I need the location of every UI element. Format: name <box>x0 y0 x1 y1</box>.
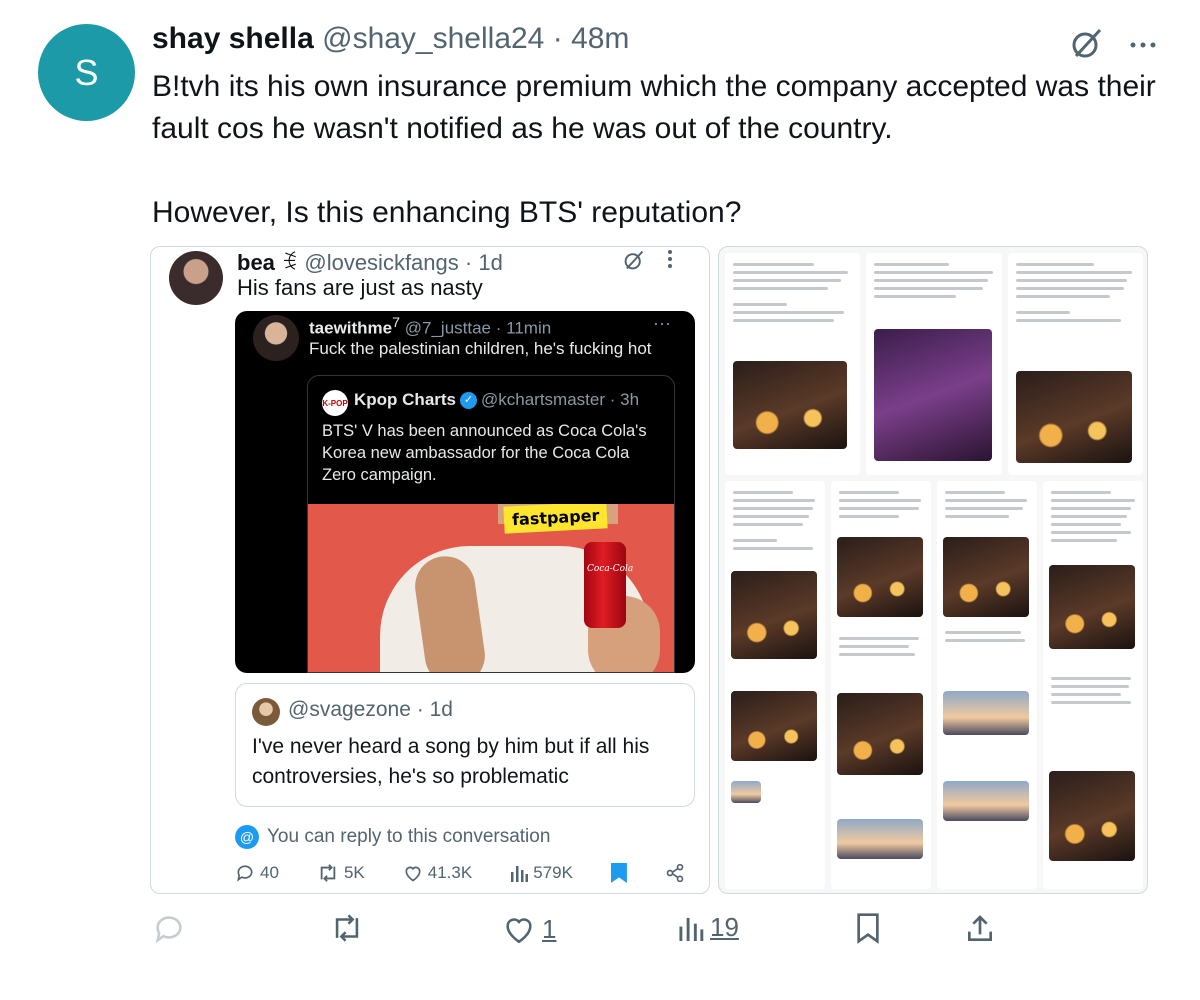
svagezone-avatar <box>252 698 280 726</box>
grok-icon[interactable] <box>1070 26 1104 65</box>
dark-quoted-screenshot: taewithme7 @7_justtae · 11min ··· Fuck t… <box>235 311 695 673</box>
dark-card-name: taewithme <box>309 318 393 338</box>
embedded-more-icon <box>667 249 673 276</box>
heart-icon <box>506 918 532 944</box>
dark-card-text: Fuck the palestinian children, he's fuck… <box>309 339 652 358</box>
embedded-header: bea ꉂ @lovesickfangs · 1d <box>237 250 503 275</box>
share-button[interactable] <box>964 912 996 946</box>
heart-icon <box>405 866 421 882</box>
embedded-reply-count: 40 <box>260 863 279 882</box>
embedded-handle: @lovesickfangs <box>304 250 459 275</box>
repost-button[interactable] <box>330 912 364 944</box>
reply-allowed-icon: @ <box>235 825 259 849</box>
dark-card-header: taewithme7 @7_justtae · 11min <box>309 315 552 338</box>
collage-screenshot <box>866 253 1002 475</box>
reply-button[interactable] <box>152 912 186 946</box>
embedded-bookmark-stat <box>610 863 627 883</box>
timestamp[interactable]: 48m <box>571 22 629 55</box>
dark-card-avatar <box>253 315 299 361</box>
repost-icon <box>335 914 359 942</box>
svagezone-quote-card: @svagezone · 1d I've never heard a song … <box>235 683 695 807</box>
kpop-charts-name: Kpop Charts <box>354 390 456 409</box>
embedded-grok-icon <box>623 249 645 276</box>
tweet-header: shay shella @shay_shella24 · 48m <box>152 22 629 56</box>
collage-screenshot <box>1007 253 1143 475</box>
kpop-charts-logo: K-POP <box>322 390 348 416</box>
verified-icon: ✓ <box>460 392 477 410</box>
share-icon <box>666 863 684 883</box>
embedded-reply-stat: 40 <box>235 863 279 883</box>
tweet-action-bar: 1 19 <box>150 904 1000 954</box>
bookmark-icon <box>857 913 879 944</box>
embedded-repost-stat: 5K <box>317 863 365 883</box>
like-count[interactable]: 1 <box>542 914 556 945</box>
kpop-charts-header: Kpop Charts ✓ @kchartsmaster · 3h <box>354 390 640 410</box>
collage-screenshot <box>1043 481 1143 889</box>
embedded-display-name: bea <box>237 250 275 275</box>
embedded-name-suffix: ꉂ <box>281 250 299 275</box>
kpop-charts-text: BTS' V has been announced as Coca Cola's… <box>322 422 647 484</box>
like-button[interactable]: 1 <box>502 912 556 946</box>
dark-card-time: 11min <box>506 318 552 338</box>
tweet-text: B!tvh its his own insurance premium whic… <box>152 70 1156 229</box>
embedded-share-stat <box>665 863 685 883</box>
collage-screenshot <box>725 481 825 889</box>
embedded-time: 1d <box>478 250 503 275</box>
views-icon <box>679 917 704 941</box>
avatar-letter: S <box>74 51 99 93</box>
collage-screenshot <box>937 481 1037 889</box>
embedded-repost-count: 5K <box>343 863 365 882</box>
reply-icon <box>237 865 253 882</box>
separator: · <box>552 22 563 55</box>
embedded-like-stat: 41.3K <box>403 863 472 883</box>
handle[interactable]: @shay_shella24 <box>322 22 544 55</box>
reply-note: @ You can reply to this conversation <box>235 825 550 849</box>
collage-row-top <box>725 253 1143 475</box>
views-count[interactable]: 19 <box>710 912 739 943</box>
collage-screenshot <box>725 253 861 475</box>
embedded-like-count: 41.3K <box>427 863 473 882</box>
share-icon <box>968 915 992 941</box>
tweet-top-actions <box>1070 26 1156 65</box>
soda-can <box>584 542 626 628</box>
embedded-views-count: 579K <box>533 863 573 882</box>
reply-icon <box>155 916 182 944</box>
embedded-screenshot-right[interactable] <box>718 246 1148 894</box>
svagezone-handle: @svagezone <box>288 698 411 721</box>
embedded-icons <box>623 249 673 276</box>
reply-note-text: You can reply to this conversation <box>267 826 551 847</box>
svagezone-header: @svagezone · 1d <box>288 698 453 721</box>
more-icon[interactable] <box>1130 37 1156 55</box>
collage-screenshot <box>831 481 931 889</box>
svagezone-time: 1d <box>429 698 453 721</box>
bookmark-button[interactable] <box>854 912 882 944</box>
embedded-stats: 40 5K 41.3K 579K <box>235 863 685 883</box>
collage-row-bottom <box>725 481 1143 889</box>
display-name[interactable]: shay shella <box>152 22 314 55</box>
kpop-charts-handle: @kchartsmaster <box>481 390 606 409</box>
kpop-charts-card: K-POP Kpop Charts ✓ @kchartsmaster · 3h BT… <box>307 375 675 673</box>
can-label: Coca-Cola <box>587 564 634 574</box>
embedded-avatar <box>169 251 223 305</box>
dark-card-more-icon: ··· <box>653 313 671 333</box>
views-button[interactable]: 19 <box>678 912 739 943</box>
views-icon <box>511 866 529 882</box>
embedded-text: His fans are just as nasty <box>237 275 483 300</box>
dark-card-handle: @7_justtae <box>404 318 492 338</box>
bookmark-filled-icon <box>610 863 627 883</box>
repost-icon <box>320 864 336 882</box>
embedded-views-stat: 579K <box>510 863 573 883</box>
embedded-screenshot-left[interactable]: bea ꉂ @lovesickfangs · 1d His fans are j… <box>150 246 710 894</box>
fastpaper-tag: fastpaper <box>503 504 609 534</box>
kpop-charts-time: 3h <box>620 390 640 409</box>
dark-card-superscript: 7 <box>392 315 401 331</box>
avatar[interactable]: S <box>38 24 135 121</box>
svagezone-text: I've never heard a song by him but if al… <box>252 735 650 788</box>
coca-cola-ad-image: Coca-Cola fastpaper <box>308 504 674 672</box>
